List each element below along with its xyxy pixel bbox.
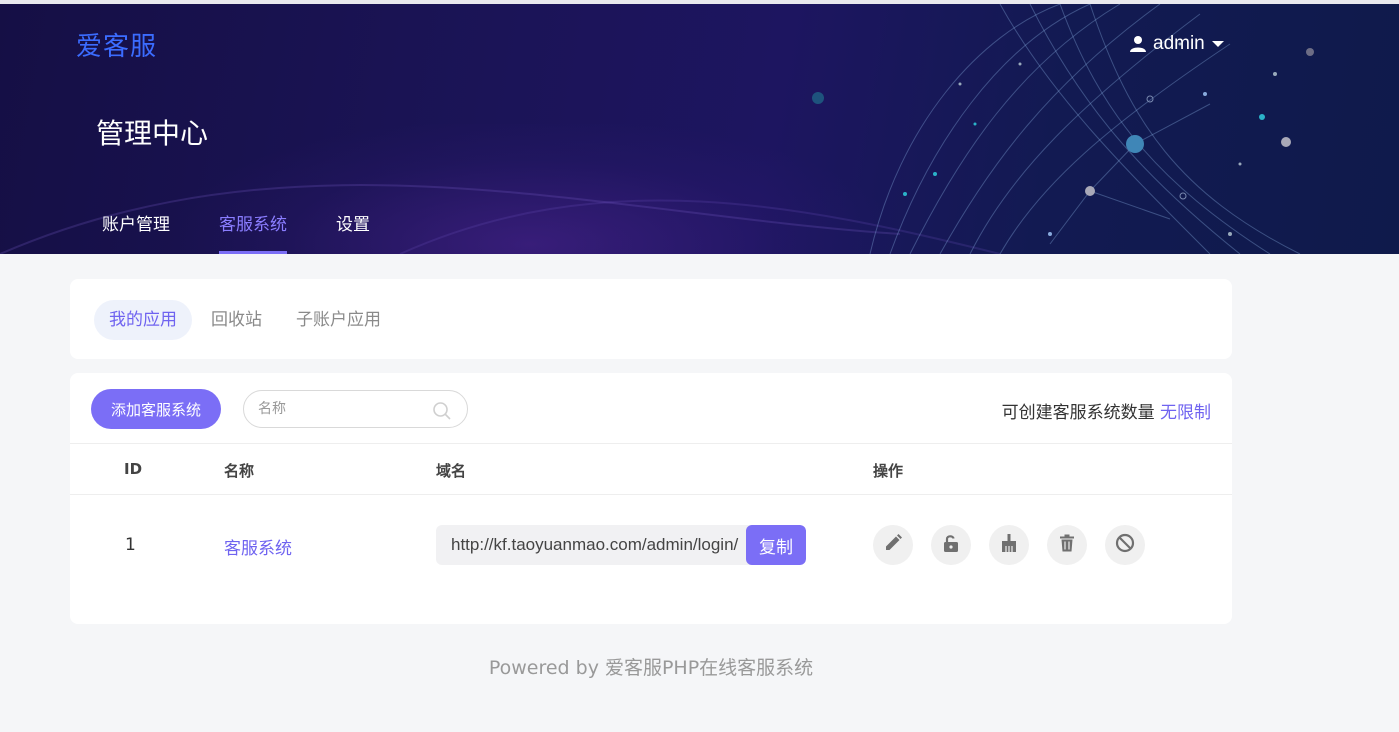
table-header: ID 名称 域名 操作 [70,443,1232,495]
caret-down-icon [1211,39,1225,49]
quota-value: 无限制 [1160,403,1211,423]
domain-box: http://kf.taoyuanmao.com/admin/login/ 复制 [436,525,806,565]
subtab-my-apps[interactable]: 我的应用 [94,300,192,340]
row-id: 1 [125,535,136,555]
column-header-actions: 操作 [873,462,904,480]
add-system-button[interactable]: 添加客服系统 [91,389,221,429]
page-title: 管理中心 [96,117,209,150]
nav-settings[interactable]: 设置 [336,210,370,254]
edit-button[interactable] [873,525,913,565]
quota-label: 可创建客服系统数量 [1001,403,1155,423]
header-banner: 爱客服 admin 管理中心 账户管理 客服系统 设置 [0,4,1399,254]
subtab-recycle-bin[interactable]: 回收站 [196,300,277,340]
clean-button[interactable] [989,525,1029,565]
column-header-id: ID [124,460,143,478]
subtabs: 我的应用 回收站 子账户应用 [94,300,400,340]
copy-button[interactable]: 复制 [746,525,806,565]
brand-logo[interactable]: 爱客服 [76,26,157,63]
footer-powered-by: Powered by 爱客服PHP在线客服系统 [488,657,814,679]
edit-icon [883,533,903,558]
row-name-link[interactable]: 客服系统 [224,534,292,559]
column-header-name: 名称 [224,462,255,480]
table-row: 1 客服系统 http://kf.taoyuanmao.com/admin/lo… [70,495,1232,591]
nav-customer-service[interactable]: 客服系统 [219,210,287,254]
delete-button[interactable] [1047,525,1087,565]
search-box [243,390,468,428]
nav-account-management[interactable]: 账户管理 [102,210,170,254]
search-input[interactable] [258,399,428,419]
subtab-subaccount-apps[interactable]: 子账户应用 [281,300,396,340]
disable-button[interactable] [1105,525,1145,565]
apps-table: ID 名称 域名 操作 1 客服系统 http://kf.taoyuanmao.… [70,443,1232,591]
user-menu[interactable]: admin [1129,30,1225,58]
username: admin [1153,33,1205,54]
subtabs-card: 我的应用 回收站 子账户应用 [70,279,1232,359]
main-nav: 账户管理 客服系统 设置 [102,210,419,254]
disable-icon [1115,533,1135,558]
domain-url: http://kf.taoyuanmao.com/admin/login/ [451,535,739,554]
clean-icon [999,533,1019,558]
row-actions [873,525,1145,565]
unlock-icon [941,533,961,558]
delete-icon [1057,533,1077,558]
column-header-domain: 域名 [436,462,467,480]
user-icon [1129,35,1147,53]
unlock-button[interactable] [931,525,971,565]
quota-info: 可创建客服系统数量 无限制 [1002,398,1211,423]
apps-list-card: 添加客服系统 可创建客服系统数量 无限制 ID 名称 域名 操作 1 客服系统 … [70,373,1232,624]
search-icon[interactable] [432,401,452,426]
